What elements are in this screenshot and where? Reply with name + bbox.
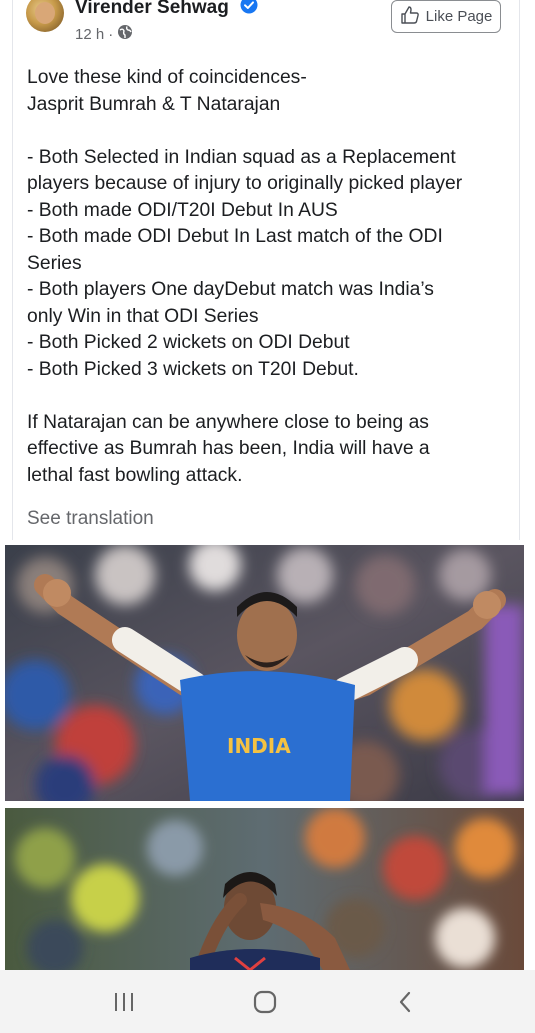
post-line: Series [27, 252, 82, 274]
globe-icon [117, 24, 133, 44]
see-translation-link[interactable]: See translation [27, 508, 154, 530]
post-text: Love these kind of coincidences- Jasprit… [27, 65, 512, 489]
post-line: Love these kind of coincidences- [27, 67, 307, 88]
post-photo-1[interactable]: INDIA [5, 545, 524, 801]
post-photo-2[interactable] [5, 808, 524, 970]
post-line: Jasprit Bumrah & T Natarajan [27, 93, 281, 115]
like-page-label: Like Page [425, 8, 493, 25]
recent-apps-icon[interactable] [104, 988, 144, 1016]
post-line: - Both Picked 2 wickets on ODI Debut [27, 332, 350, 353]
back-icon[interactable] [385, 988, 425, 1016]
post-meta: 12 h · [75, 24, 133, 44]
system-navigation-bar [0, 970, 535, 1033]
post-line: effective as Bumrah has been, India will… [27, 438, 430, 459]
post-line [27, 118, 512, 145]
post-line [27, 383, 512, 410]
post-time[interactable]: 12 h [75, 26, 104, 43]
like-page-button[interactable]: Like Page [391, 0, 501, 33]
post-line: - Both made ODI/T20I Debut In AUS [27, 199, 338, 221]
post-line: players because of injury to originally … [27, 173, 463, 194]
jersey-text: INDIA [227, 734, 291, 758]
post-line: If Natarajan can be anywhere close to be… [27, 411, 429, 433]
post-author[interactable]: Virender Sehwag [75, 0, 258, 20]
meta-separator: · [108, 25, 114, 43]
author-name[interactable]: Virender Sehwag [75, 0, 229, 18]
thumbs-up-icon [400, 5, 420, 29]
verified-badge-icon [240, 0, 258, 20]
post-line: - Both made ODI Debut In Last match of t… [27, 226, 443, 247]
home-icon[interactable] [245, 988, 285, 1016]
post-line: - Both players One dayDebut match was In… [27, 279, 434, 300]
post-line: - Both Picked 3 wickets on T20I Debut. [27, 358, 359, 380]
post-line: lethal fast bowling attack. [27, 464, 243, 486]
post-line: only Win in that ODI Series [27, 305, 259, 327]
post-line: - Both Selected in Indian squad as a Rep… [27, 146, 456, 168]
